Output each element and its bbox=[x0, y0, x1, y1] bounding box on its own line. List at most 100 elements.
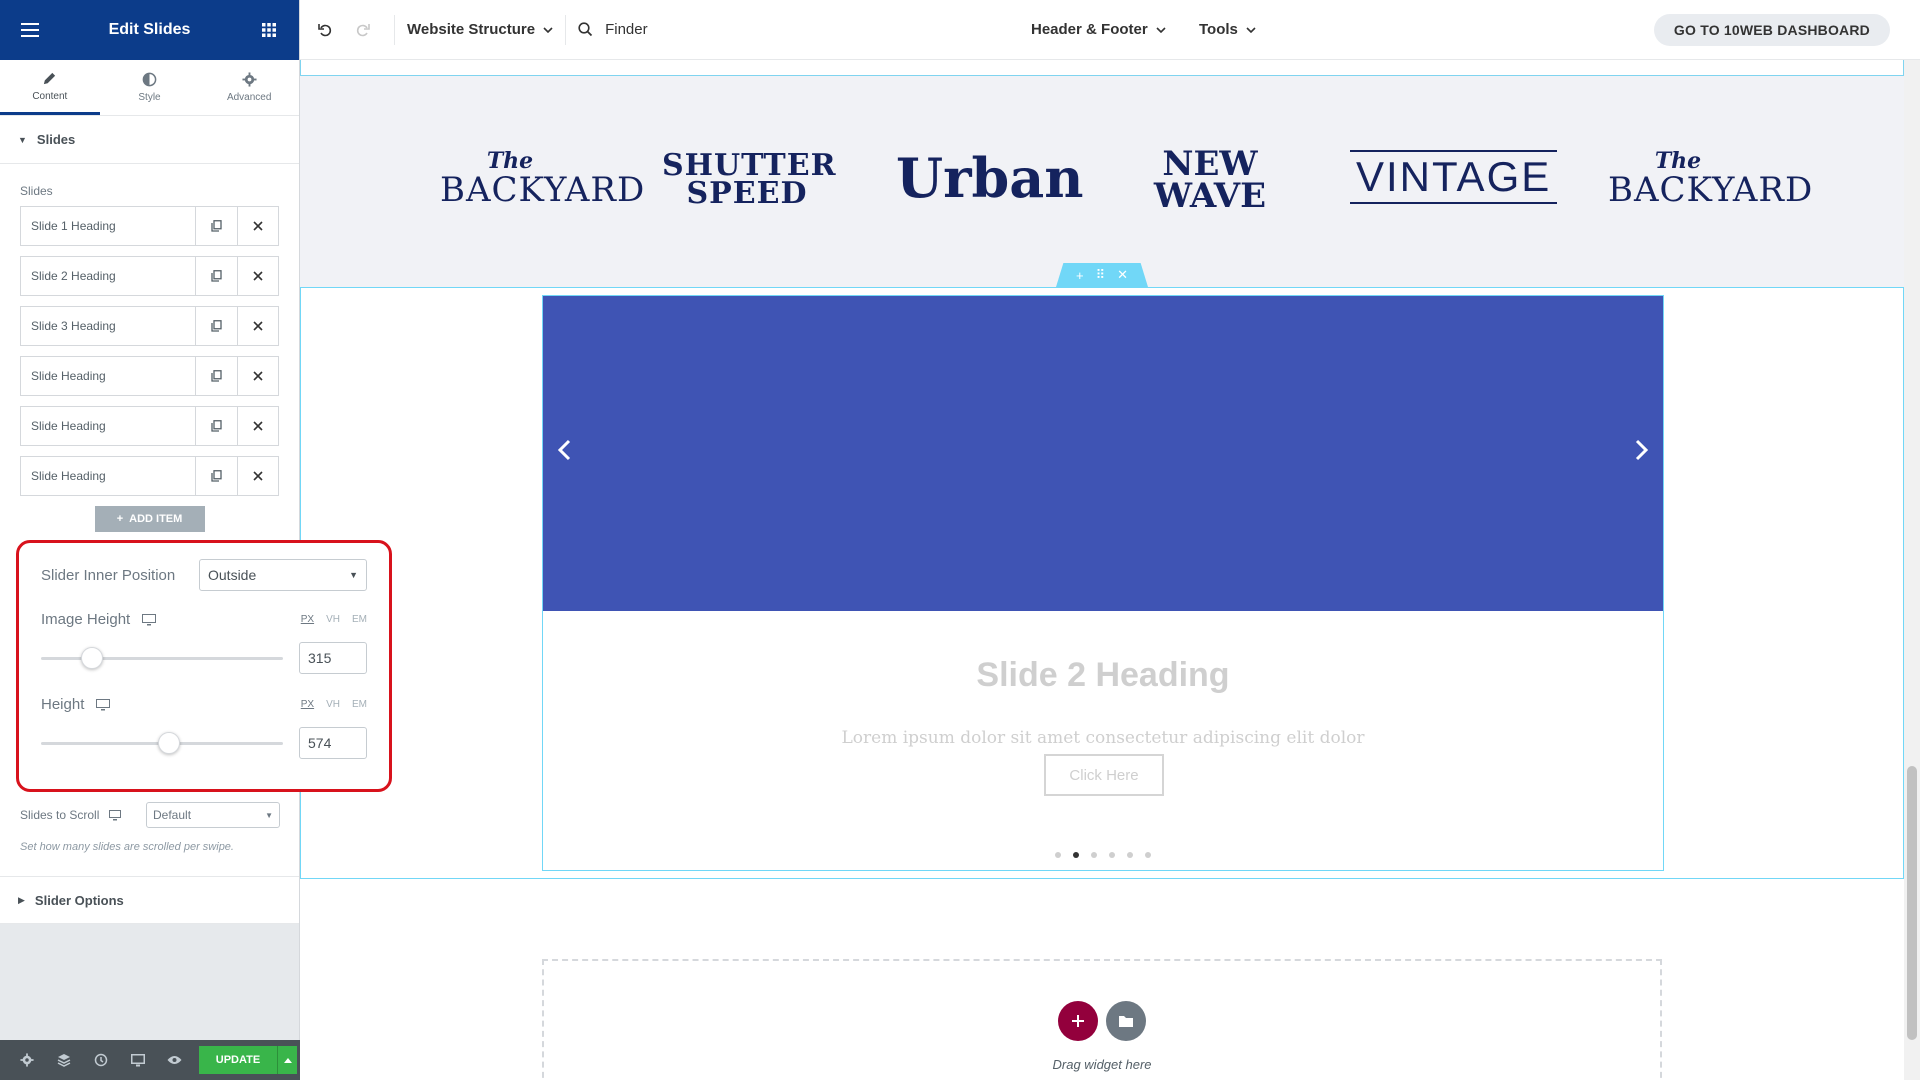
slide-item-title[interactable]: Slide Heading bbox=[21, 457, 196, 495]
slide-item-title[interactable]: Slide Heading bbox=[21, 407, 196, 445]
tab-label: Advanced bbox=[226, 92, 272, 103]
pagination-dot[interactable] bbox=[1073, 852, 1079, 858]
preview-eye-icon[interactable] bbox=[156, 1040, 193, 1080]
pagination-dot[interactable] bbox=[1055, 852, 1061, 858]
update-options-caret-icon[interactable] bbox=[277, 1046, 297, 1074]
slides-to-scroll-text: Slides to Scroll bbox=[20, 808, 100, 822]
logo-urban: Urban bbox=[896, 146, 1084, 210]
scrollbar-thumb[interactable] bbox=[1907, 766, 1917, 1040]
tab-style[interactable]: Style bbox=[100, 60, 200, 115]
redo-icon[interactable] bbox=[344, 0, 382, 60]
remove-icon[interactable] bbox=[237, 357, 278, 395]
add-new-section-button[interactable] bbox=[1058, 1001, 1098, 1041]
tools-menu[interactable]: Tools bbox=[1199, 21, 1256, 38]
image-height-input[interactable]: 315 bbox=[299, 642, 367, 674]
remove-icon[interactable] bbox=[237, 407, 278, 445]
logo-backyard: The BACKYARD bbox=[440, 148, 644, 208]
website-structure-menu[interactable]: Website Structure bbox=[407, 21, 553, 38]
previous-section[interactable] bbox=[300, 60, 1904, 76]
add-section-icon[interactable]: + bbox=[1076, 268, 1084, 283]
unit-em[interactable]: EM bbox=[352, 614, 367, 625]
chevron-right-icon[interactable] bbox=[1635, 436, 1649, 468]
height-slider[interactable] bbox=[41, 731, 283, 754]
section-slider-options-toggle[interactable]: ▶ Slider Options bbox=[0, 876, 299, 924]
widgets-grid-icon[interactable] bbox=[251, 12, 287, 48]
settings-gear-icon[interactable] bbox=[8, 1040, 45, 1080]
pagination-dot[interactable] bbox=[1109, 852, 1115, 858]
logo-backyard: The BACKYARD bbox=[1608, 150, 1812, 208]
slides-to-scroll-help: Set how many slides are scrolled per swi… bbox=[20, 841, 234, 853]
remove-icon[interactable] bbox=[237, 457, 278, 495]
caret-down-icon: ▼ bbox=[18, 134, 27, 145]
desktop-icon[interactable] bbox=[96, 698, 111, 711]
slide-repeater-item[interactable]: Slide 1 Heading bbox=[20, 206, 279, 246]
inner-position-select[interactable]: Outside ▼ bbox=[199, 559, 367, 591]
slide-item-title[interactable]: Slide Heading bbox=[21, 357, 196, 395]
logo-shutter-speed: SHUTTER SPEED bbox=[662, 151, 836, 209]
slides-to-scroll-select[interactable]: Default ▼ bbox=[146, 802, 280, 828]
unit-em[interactable]: EM bbox=[352, 699, 367, 710]
unit-px[interactable]: PX bbox=[301, 699, 314, 710]
delete-section-icon[interactable]: ✕ bbox=[1117, 267, 1128, 283]
highlighted-slider-controls: Slider Inner Position Outside ▼ Image He… bbox=[16, 540, 392, 792]
slides-section[interactable]: Slide 2 Heading Lorem ipsum dolor sit am… bbox=[300, 287, 1904, 879]
slide-pagination bbox=[543, 852, 1663, 858]
header-footer-menu[interactable]: Header & Footer bbox=[1031, 21, 1166, 38]
update-button[interactable]: UPDATE bbox=[199, 1046, 277, 1074]
slide-repeater-item[interactable]: Slide Heading bbox=[20, 356, 279, 396]
height-label: Height bbox=[41, 696, 111, 713]
height-slider-handle[interactable] bbox=[157, 731, 180, 754]
image-height-slider-handle[interactable] bbox=[80, 646, 103, 669]
pagination-dot[interactable] bbox=[1127, 852, 1133, 858]
desktop-icon[interactable] bbox=[109, 809, 122, 821]
remove-icon[interactable] bbox=[237, 257, 278, 295]
logo-small-text: The bbox=[486, 148, 534, 174]
slide-item-title[interactable]: Slide 3 Heading bbox=[21, 307, 196, 345]
slide-item-title[interactable]: Slide 2 Heading bbox=[21, 257, 196, 295]
height-input[interactable]: 574 bbox=[299, 727, 367, 759]
hamburger-menu-icon[interactable] bbox=[12, 12, 48, 48]
section-slides-toggle[interactable]: ▼ Slides bbox=[0, 116, 299, 164]
slide-repeater-item[interactable]: Slide Heading bbox=[20, 406, 279, 446]
duplicate-icon[interactable] bbox=[196, 457, 237, 495]
slide-repeater-item[interactable]: Slide 2 Heading bbox=[20, 256, 279, 296]
divider bbox=[394, 14, 395, 45]
duplicate-icon[interactable] bbox=[196, 207, 237, 245]
unit-vh[interactable]: VH bbox=[326, 699, 340, 710]
go-to-dashboard-button[interactable]: GO TO 10WEB DASHBOARD bbox=[1653, 14, 1890, 46]
duplicate-icon[interactable] bbox=[196, 307, 237, 345]
section-handle: + ⠿ ✕ bbox=[1056, 263, 1148, 287]
remove-icon[interactable] bbox=[237, 307, 278, 345]
unit-vh[interactable]: VH bbox=[326, 614, 340, 625]
page-scrollbar[interactable] bbox=[1904, 60, 1920, 1080]
pagination-dot[interactable] bbox=[1091, 852, 1097, 858]
slide-item-title[interactable]: Slide 1 Heading bbox=[21, 207, 196, 245]
undo-icon[interactable] bbox=[306, 0, 344, 60]
slide-button[interactable]: Click Here bbox=[1044, 754, 1164, 796]
chevron-left-icon[interactable] bbox=[557, 436, 571, 468]
tab-advanced[interactable]: Advanced bbox=[199, 60, 299, 115]
drop-buttons bbox=[544, 1001, 1660, 1041]
widget-drop-area[interactable]: Drag widget here bbox=[542, 959, 1662, 1080]
duplicate-icon[interactable] bbox=[196, 407, 237, 445]
slide-repeater-item[interactable]: Slide Heading bbox=[20, 456, 279, 496]
slides-widget[interactable]: Slide 2 Heading Lorem ipsum dolor sit am… bbox=[542, 295, 1664, 871]
image-height-slider[interactable] bbox=[41, 646, 283, 669]
duplicate-icon[interactable] bbox=[196, 257, 237, 295]
duplicate-icon[interactable] bbox=[196, 357, 237, 395]
tab-content[interactable]: Content bbox=[0, 60, 100, 115]
tab-label: Style bbox=[138, 92, 161, 103]
add-item-button[interactable]: + ADD ITEM bbox=[94, 506, 205, 532]
desktop-icon[interactable] bbox=[142, 613, 157, 626]
finder-button[interactable]: Finder bbox=[578, 21, 648, 38]
pagination-dot[interactable] bbox=[1145, 852, 1151, 858]
add-item-label: ADD ITEM bbox=[129, 513, 183, 525]
drag-section-icon[interactable]: ⠿ bbox=[1096, 267, 1106, 283]
add-template-button[interactable] bbox=[1106, 1001, 1146, 1041]
layers-icon[interactable] bbox=[45, 1040, 82, 1080]
remove-icon[interactable] bbox=[237, 207, 278, 245]
history-icon[interactable] bbox=[82, 1040, 119, 1080]
unit-px[interactable]: PX bbox=[301, 614, 314, 625]
slide-repeater-item[interactable]: Slide 3 Heading bbox=[20, 306, 279, 346]
responsive-desktop-icon[interactable] bbox=[119, 1040, 156, 1080]
